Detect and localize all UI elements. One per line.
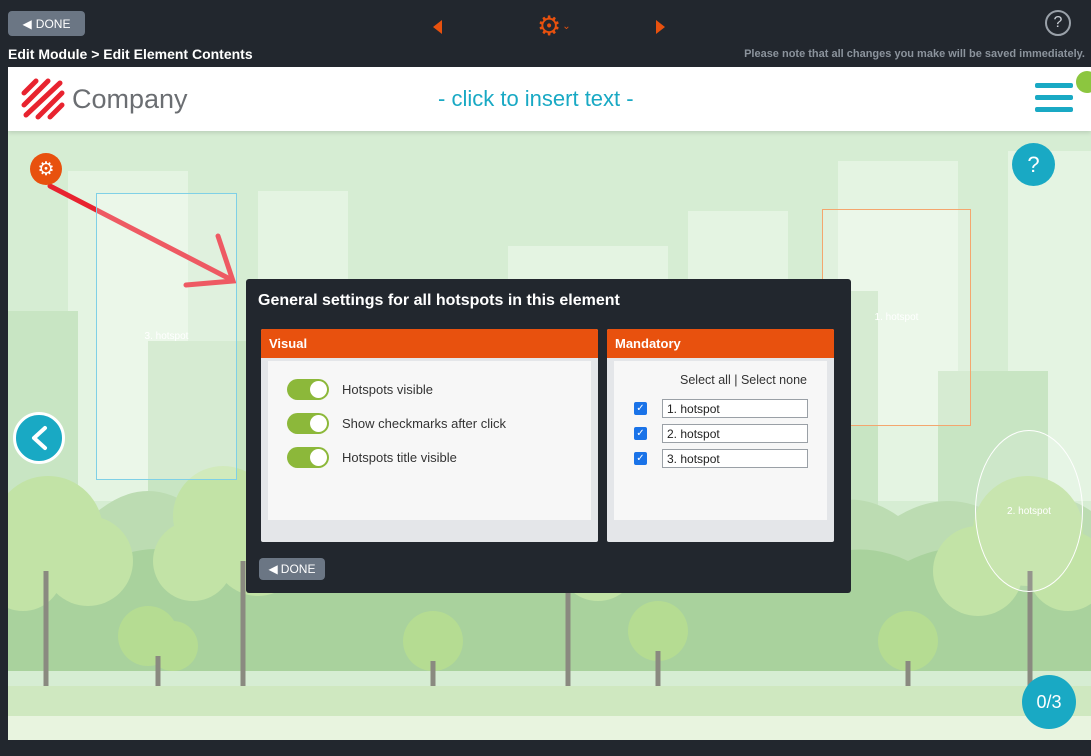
hotspot-label: 3. hotspot [144,331,189,342]
gear-icon: ⚙ [537,11,562,41]
previous-element-arrow-icon[interactable] [433,20,442,34]
hotspot-name-input-2[interactable] [662,424,808,443]
show-checkmarks-toggle[interactable] [287,413,329,434]
stage-help-button[interactable]: ? [1012,143,1055,186]
mandatory-row-3: ✓ [634,449,808,468]
hotspot-name-input-3[interactable] [662,449,808,468]
visual-panel-body: Hotspots visible Show checkmarks after c… [268,361,591,520]
progress-counter: 0/3 [1022,675,1076,729]
caret-left-icon: ◀ [22,16,32,31]
select-all-link[interactable]: Select all [680,373,731,387]
help-button[interactable]: ? [1045,10,1071,36]
mandatory-panel-heading: Mandatory [607,329,834,358]
chevron-down-icon: ⌄ [562,21,571,32]
company-logo-icon [21,78,65,120]
company-logo: Company [20,77,188,121]
dialog-title: General settings for all hotspots in thi… [258,292,620,309]
toggle-row-show-checkmarks: Show checkmarks after click [287,413,506,434]
help-icon: ? [1027,151,1040,177]
mandatory-checkbox-2[interactable]: ✓ [634,427,647,440]
mandatory-checkbox-3[interactable]: ✓ [634,452,647,465]
comment-bubble-icon[interactable] [1076,71,1091,93]
hotspots-visible-toggle[interactable] [287,379,329,400]
hamburger-menu-icon[interactable] [1035,83,1073,115]
toggle-row-title-visible: Hotspots title visible [287,447,457,468]
mandatory-row-1: ✓ [634,399,808,418]
hotspot-3[interactable]: 3. hotspot [96,193,237,480]
selection-links: Select all | Select none [680,373,807,387]
mandatory-panel: Mandatory Select all | Select none ✓ ✓ ✓ [607,329,834,542]
editor-toolbar: ◀ DONE ⚙ ⌄ ? Edit Module > Edit Element … [0,0,1091,67]
dialog-done-button[interactable]: ◀ DONE [259,558,325,580]
hotspot-label: 2. hotspot [1007,505,1051,517]
toggle-label: Hotspots title visible [342,450,457,465]
module-header: Company - click to insert text - [8,67,1091,131]
caret-left-icon: ◀ [268,562,278,576]
insert-text-placeholder[interactable]: - click to insert text - [438,86,634,112]
help-icon: ? [1053,14,1063,31]
previous-page-button[interactable] [13,412,65,464]
done-label: DONE [35,16,71,31]
breadcrumb: Edit Module > Edit Element Contents [8,46,253,62]
settings-menu-button[interactable]: ⚙ ⌄ [537,13,571,40]
done-button[interactable]: ◀ DONE [8,11,85,36]
hotspot-2[interactable]: 2. hotspot [975,430,1083,592]
gear-icon: ⚙ [37,158,55,180]
mandatory-panel-body: Select all | Select none ✓ ✓ ✓ [614,361,827,520]
mandatory-row-2: ✓ [634,424,808,443]
autosave-notice: Please note that all changes you make wi… [744,48,1085,60]
company-name: Company [72,83,188,114]
hotspot-label: 1. hotspot [874,312,919,323]
separator: | [734,373,738,387]
chevron-left-icon [32,426,47,450]
hotspot-settings-button[interactable]: ⚙ [30,153,62,185]
toggle-row-hotspots-visible: Hotspots visible [287,379,433,400]
done-label: DONE [280,562,316,576]
toggle-label: Show checkmarks after click [342,416,506,431]
hotspots-title-visible-toggle[interactable] [287,447,329,468]
hotspot-name-input-1[interactable] [662,399,808,418]
select-none-link[interactable]: Select none [741,373,807,387]
next-element-arrow-icon[interactable] [656,20,665,34]
mandatory-checkbox-1[interactable]: ✓ [634,402,647,415]
visual-panel: Visual Hotspots visible Show checkmarks … [261,329,598,542]
hotspot-settings-dialog: General settings for all hotspots in thi… [246,279,851,593]
toggle-label: Hotspots visible [342,382,434,397]
visual-panel-heading: Visual [261,329,598,358]
